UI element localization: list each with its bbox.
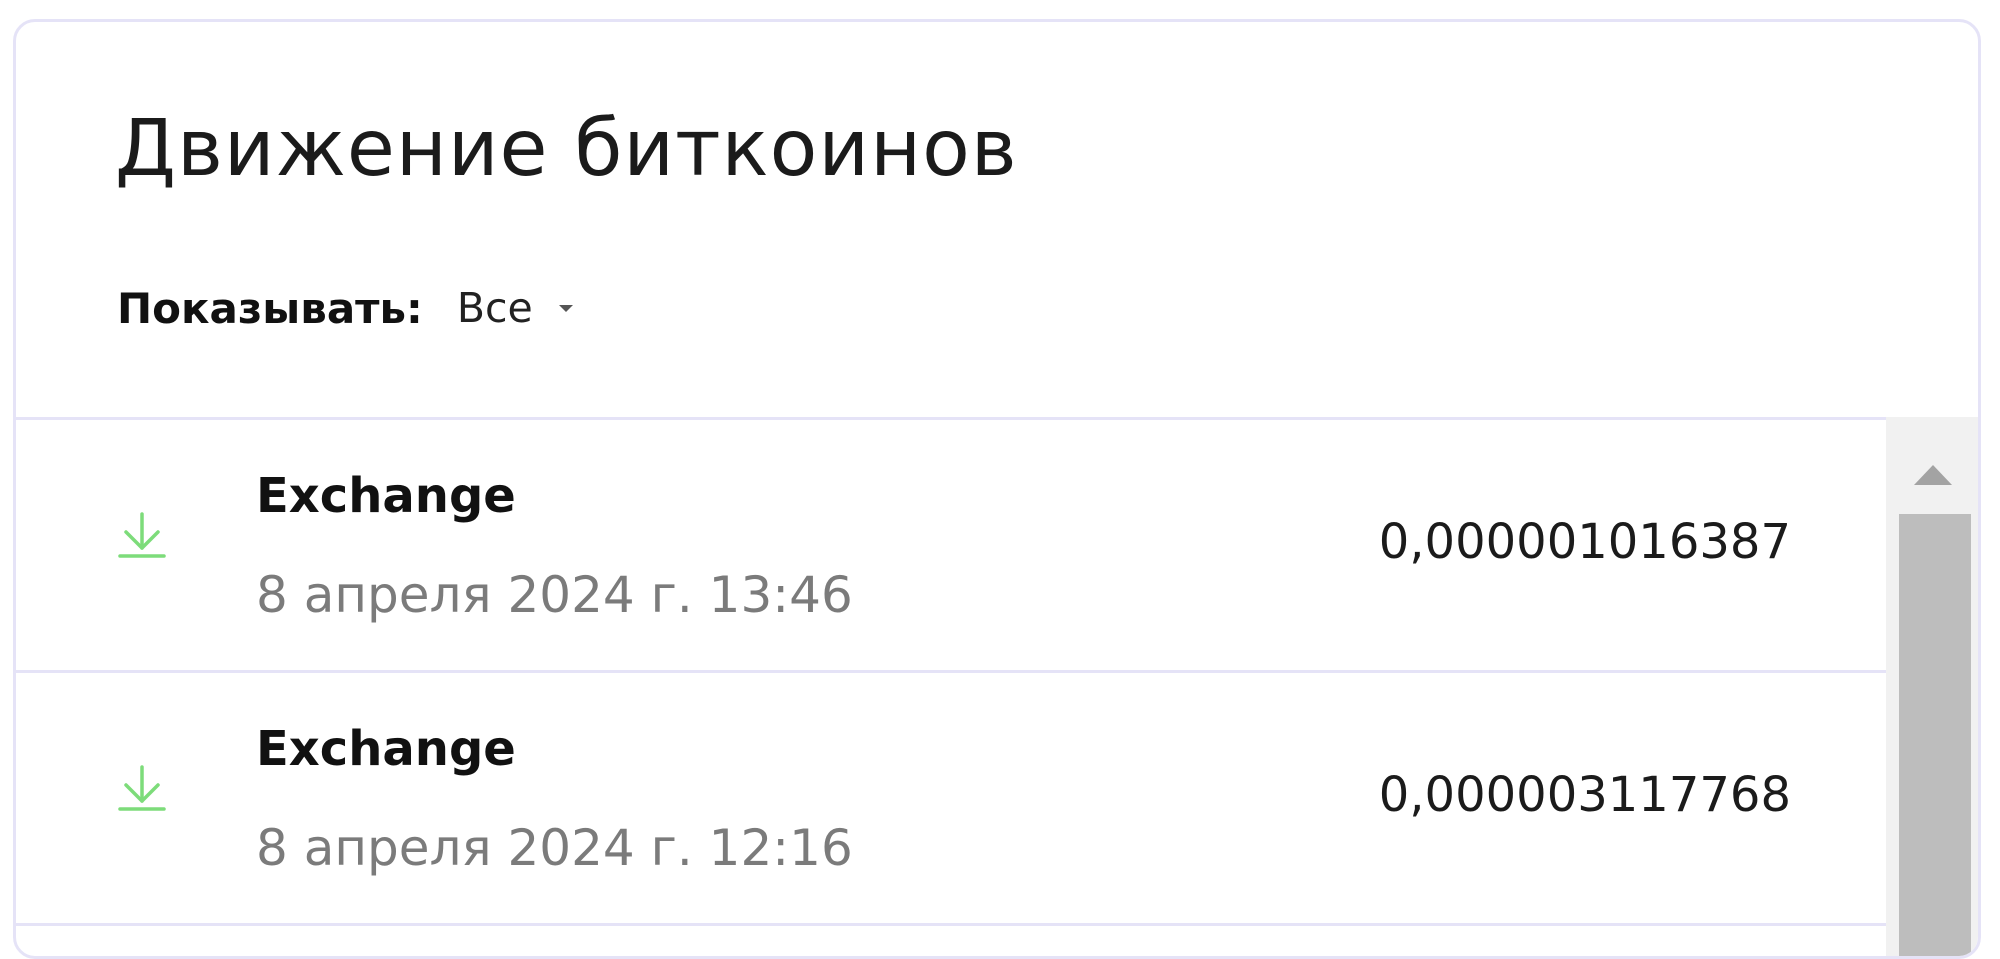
filter-label: Показывать: — [117, 283, 423, 333]
filter-dropdown[interactable]: Все — [457, 284, 573, 332]
transaction-row[interactable]: Exchange 8 апреля 2024 г. 13:46 0,000001… — [16, 420, 1886, 673]
transaction-list: Exchange 8 апреля 2024 г. 13:46 0,000001… — [16, 417, 1886, 956]
scroll-up-arrow-icon[interactable] — [1914, 465, 1952, 485]
filter-selected-value: Все — [456, 284, 533, 332]
filter-row: Показывать: Все — [117, 278, 573, 338]
download-arrow-icon — [118, 765, 166, 811]
transaction-date: 8 апреля 2024 г. 13:46 — [256, 566, 853, 624]
panel-title: Движение биткоинов — [115, 104, 1018, 194]
list-scrollbar[interactable] — [1886, 417, 1978, 956]
transaction-type: Exchange — [256, 468, 516, 524]
bitcoin-movement-panel: Движение биткоинов Показывать: Все Excha… — [13, 19, 1981, 959]
download-arrow-icon — [118, 512, 166, 558]
transaction-date: 8 апреля 2024 г. 12:16 — [256, 819, 853, 877]
scrollbar-thumb[interactable] — [1899, 514, 1971, 956]
caret-down-icon — [558, 304, 573, 312]
transaction-amount: 0,000001016387 — [1378, 514, 1791, 570]
transaction-row[interactable]: Exchange 8 апреля 2024 г. 12:16 0,000003… — [16, 673, 1886, 926]
transaction-amount: 0,000003117768 — [1378, 767, 1791, 823]
transaction-type: Exchange — [256, 721, 516, 777]
